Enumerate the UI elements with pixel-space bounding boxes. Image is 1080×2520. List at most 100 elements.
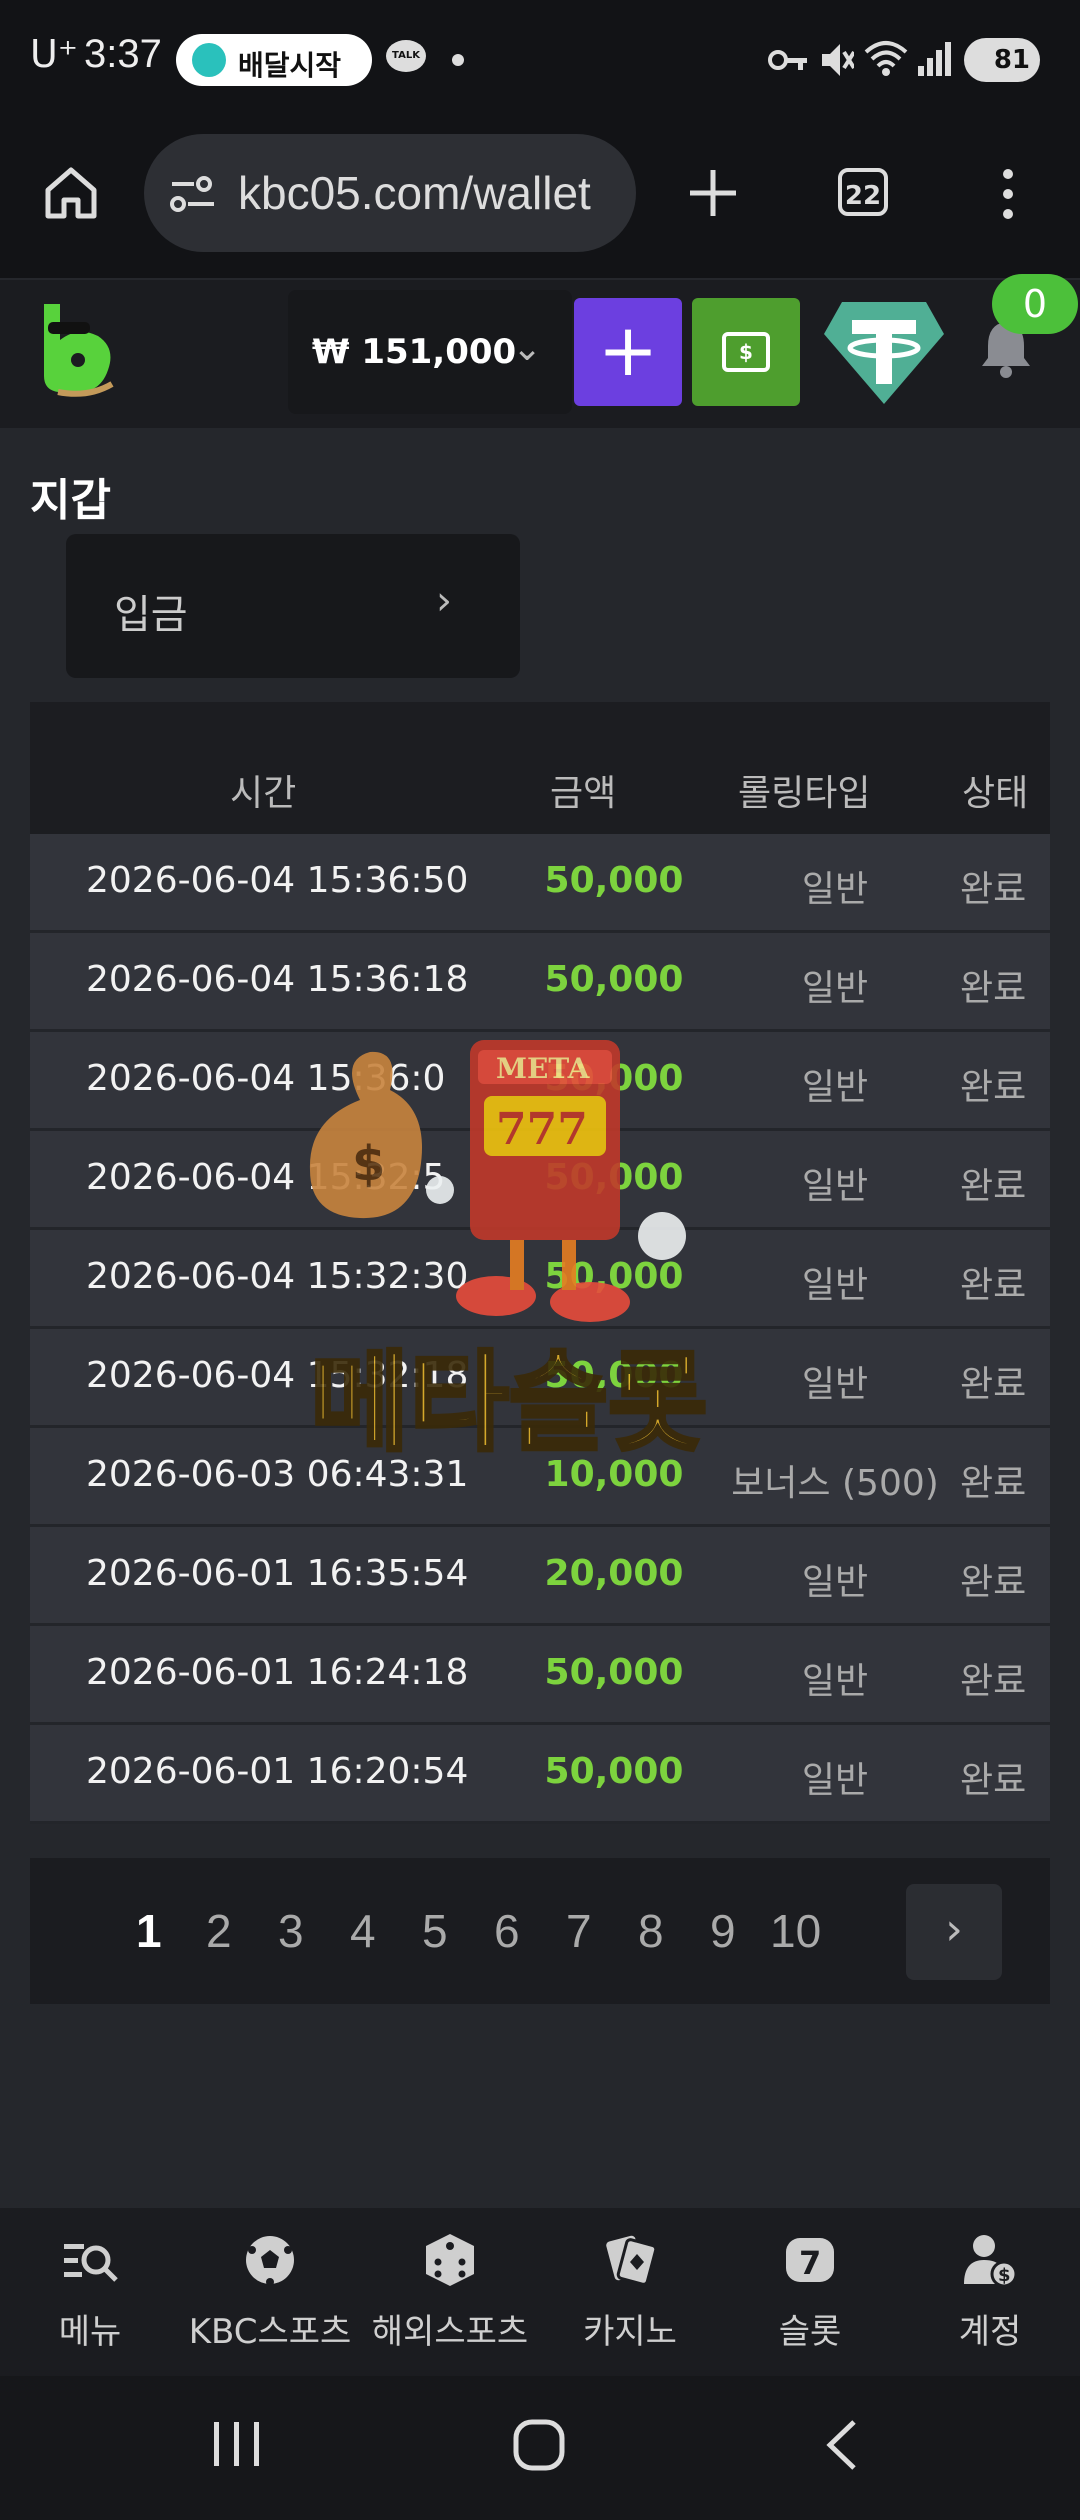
cell-status: 완료 — [960, 1562, 1027, 1603]
deposit-label: 입금 — [114, 592, 188, 638]
watermark-text: 메타슬롯 — [310, 1341, 707, 1466]
nav-kbc-sports[interactable]: KBC스포츠 — [180, 2208, 360, 2376]
cell-status: 완료 — [960, 869, 1027, 910]
deposit-add-button[interactable]: + — [574, 298, 682, 406]
column-header-rolling-type: 롤링타입 — [738, 773, 871, 814]
mute-icon — [822, 44, 854, 76]
nav-casino-label: 카지노 — [583, 2312, 677, 2352]
page-6[interactable]: 6 — [494, 1904, 520, 1958]
watermark-reels: 777 — [496, 1104, 588, 1155]
cell-rolling-type: 일반 — [801, 1562, 869, 1603]
nav-menu-label: 메뉴 — [58, 2312, 122, 2352]
table-row: 2026-06-04 15:36:18 50,000 일반 완료 — [30, 933, 1050, 1032]
deposit-menu-item[interactable]: 입금 › — [66, 534, 520, 678]
status-bar: U⁺ 3:37 배달시작 TALK 81 — [0, 0, 1080, 120]
cell-status: 완료 — [960, 1760, 1027, 1801]
nav-overseas-sports[interactable]: 해외스포츠 — [360, 2208, 540, 2376]
page-title: 지갑 — [30, 475, 111, 526]
cell-rolling-type: 일반 — [801, 1661, 869, 1702]
home-icon[interactable] — [42, 164, 100, 222]
slot-seven-icon: 7 — [786, 2238, 834, 2282]
tab-switcher-button[interactable]: 22 — [838, 168, 888, 216]
cell-amount: 50,000 — [544, 1652, 684, 1693]
cell-status: 완료 — [960, 1166, 1027, 1207]
soccer-ball-icon — [246, 2236, 294, 2286]
carrier-label: U⁺ — [30, 32, 78, 76]
watermark-sign: META — [496, 1052, 591, 1085]
url-text: kbc05.com/wallet — [238, 167, 591, 219]
table-header: 시간 금액 롤링타입 상태 — [30, 738, 1050, 834]
cell-time: 2026-06-04 15:36:50 — [86, 860, 469, 901]
cell-amount: 50,000 — [544, 959, 684, 1000]
balance-amount: ₩ 151,000 — [312, 332, 517, 372]
svg-text:$: $ — [998, 2265, 1011, 2286]
cell-status: 완료 — [960, 968, 1027, 1009]
site-settings-icon[interactable] — [168, 174, 218, 214]
page-9[interactable]: 9 — [710, 1904, 736, 1958]
column-header-amount: 금액 — [550, 773, 617, 814]
cards-icon — [606, 2235, 658, 2286]
table-row: 2026-06-01 16:20:54 50,000 일반 완료 — [30, 1725, 1050, 1824]
tether-icon[interactable] — [822, 298, 946, 406]
page-8[interactable]: 8 — [638, 1904, 664, 1958]
nav-kbc-sports-label: KBC스포츠 — [188, 2312, 352, 2352]
svg-text:7: 7 — [799, 2244, 821, 2282]
cell-time: 2026-06-01 16:35:54 — [86, 1553, 469, 1594]
back-icon[interactable] — [822, 2418, 862, 2472]
status-time: 3:37 — [84, 32, 162, 76]
cell-amount: 50,000 — [544, 1751, 684, 1792]
dice-icon — [426, 2234, 474, 2286]
cell-time: 2026-06-04 15:36:18 — [86, 959, 469, 1000]
page-3[interactable]: 3 — [278, 1904, 304, 1958]
site-logo-icon[interactable] — [38, 300, 118, 400]
nav-account-label: 계정 — [958, 2312, 1022, 2352]
table-row: 2026-06-04 15:36:50 50,000 일반 완료 — [30, 834, 1050, 933]
system-nav-bar — [0, 2376, 1080, 2520]
signal-icon — [918, 42, 951, 76]
home-button-icon[interactable] — [512, 2418, 566, 2472]
new-tab-icon[interactable] — [686, 166, 740, 220]
svg-text:$: $ — [352, 1136, 385, 1192]
page-4[interactable]: 4 — [350, 1904, 376, 1958]
address-bar[interactable]: kbc05.com/wallet — [144, 134, 636, 252]
cell-status: 완료 — [960, 1067, 1027, 1108]
page-10[interactable]: 10 — [770, 1904, 821, 1958]
account-icon: $ — [964, 2235, 1018, 2288]
cash-icon: $ — [722, 332, 770, 372]
chevron-right-icon: › — [436, 578, 452, 624]
key-icon — [768, 50, 807, 70]
delivery-app-icon — [192, 43, 226, 77]
nav-account[interactable]: $ 계정 — [900, 2208, 1080, 2376]
watermark-logo: $ META 777 메타슬롯 — [308, 1040, 709, 1468]
cell-time: 2026-06-01 16:24:18 — [86, 1652, 469, 1693]
cell-status: 완료 — [960, 1463, 1027, 1504]
column-header-time: 시간 — [230, 773, 297, 814]
balance-dropdown[interactable]: ₩ 151,000 ⌄ — [288, 290, 572, 414]
cell-status: 완료 — [960, 1364, 1027, 1405]
pagination: 1 2 3 4 5 6 7 8 9 10 › — [30, 1858, 1050, 2004]
cell-rolling-type: 일반 — [801, 968, 869, 1009]
notification-badge: 0 — [992, 274, 1078, 334]
delivery-pill[interactable]: 배달시작 — [176, 34, 372, 86]
nav-slot-label: 슬롯 — [778, 2312, 842, 2352]
cell-amount: 50,000 — [544, 860, 684, 901]
page-5[interactable]: 5 — [422, 1904, 448, 1958]
cell-amount: 20,000 — [544, 1553, 684, 1594]
withdraw-button[interactable]: $ — [692, 298, 800, 406]
next-page-button[interactable]: › — [906, 1884, 1002, 1980]
battery-indicator: 81 — [964, 38, 1040, 82]
menu-search-icon — [64, 2244, 118, 2282]
bottom-nav: 메뉴 KBC스포츠 해외스포츠 카지노 7 슬롯 $ 계정 — [0, 2208, 1080, 2376]
nav-casino[interactable]: 카지노 — [540, 2208, 720, 2376]
delivery-pill-label: 배달시작 — [238, 49, 342, 82]
more-options-icon[interactable] — [996, 166, 1020, 222]
nav-slot[interactable]: 7 슬롯 — [720, 2208, 900, 2376]
page-1[interactable]: 1 — [136, 1904, 162, 1958]
page-7[interactable]: 7 — [566, 1904, 592, 1958]
cell-status: 완료 — [960, 1661, 1027, 1702]
cell-rolling-type: 일반 — [801, 869, 869, 910]
page-2[interactable]: 2 — [206, 1904, 232, 1958]
column-header-status: 상태 — [962, 773, 1029, 814]
nav-menu[interactable]: 메뉴 — [0, 2208, 180, 2376]
recent-apps-icon[interactable] — [212, 2418, 262, 2470]
